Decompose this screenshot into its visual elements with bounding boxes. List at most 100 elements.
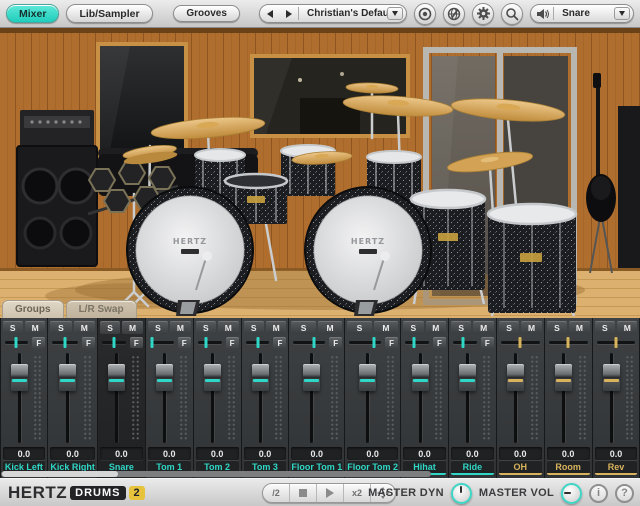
mute-button[interactable]: M xyxy=(473,321,493,334)
channel-strip-floor-tom-1[interactable]: SMF0.0Floor Tom 1 xyxy=(289,318,344,478)
mute-button[interactable]: M xyxy=(122,321,142,334)
fx-button[interactable]: F xyxy=(385,337,398,348)
pan-slider[interactable] xyxy=(291,336,327,349)
volume-value[interactable]: 0.0 xyxy=(148,447,191,460)
volume-fader[interactable] xyxy=(555,364,572,391)
pan-slider[interactable] xyxy=(451,336,479,349)
half-speed-button[interactable]: /2 xyxy=(263,484,290,502)
double-speed-button[interactable]: x2 xyxy=(344,484,371,502)
preset-prev-button[interactable] xyxy=(260,5,279,22)
stop-button[interactable] xyxy=(290,484,317,502)
instrument-dropdown-button[interactable] xyxy=(614,7,630,20)
mute-button[interactable]: M xyxy=(170,321,190,334)
pan-slider[interactable] xyxy=(499,336,542,349)
master-vol-knob[interactable] xyxy=(561,483,582,504)
tab-lib-sampler[interactable]: Lib/Sampler xyxy=(66,4,152,23)
info-button[interactable]: i xyxy=(589,484,608,503)
volume-fader[interactable] xyxy=(156,364,173,391)
fx-button[interactable]: F xyxy=(329,337,342,348)
channel-strip-floor-tom-2[interactable]: SMF0.0Floor Tom 2 xyxy=(345,318,400,478)
pan-handle[interactable] xyxy=(15,337,18,348)
record-button[interactable] xyxy=(414,3,436,25)
solo-button[interactable]: S xyxy=(3,321,23,334)
channel-strip-snare[interactable]: SMF0.0Snare xyxy=(98,318,145,478)
solo-button[interactable]: S xyxy=(499,321,519,334)
solo-button[interactable]: S xyxy=(244,321,264,334)
volume-value[interactable]: 0.0 xyxy=(196,447,239,460)
pan-handle[interactable] xyxy=(462,337,465,348)
solo-button[interactable]: S xyxy=(100,321,120,334)
fx-button[interactable]: F xyxy=(481,337,494,348)
mute-button[interactable]: M xyxy=(266,321,286,334)
mute-button[interactable]: M xyxy=(25,321,45,334)
play-button[interactable] xyxy=(317,484,344,502)
fx-button[interactable]: F xyxy=(82,337,95,348)
preset-dropdown-button[interactable] xyxy=(387,7,403,20)
pan-handle[interactable] xyxy=(567,337,570,348)
preset-name[interactable]: Christian's Default xyxy=(299,8,387,19)
pan-handle[interactable] xyxy=(313,337,316,348)
help-button[interactable]: ? xyxy=(615,484,634,503)
mute-button[interactable]: M xyxy=(569,321,589,334)
volume-fader[interactable] xyxy=(459,364,476,391)
mute-button[interactable]: M xyxy=(521,321,541,334)
volume-fader[interactable] xyxy=(359,364,376,391)
fx-button[interactable]: F xyxy=(130,337,143,348)
solo-button[interactable]: S xyxy=(50,321,71,334)
volume-fader[interactable] xyxy=(59,364,76,391)
mute-button[interactable]: M xyxy=(426,321,446,334)
channel-strip-rev[interactable]: SM0.0Rev xyxy=(593,318,640,478)
volume-fader[interactable] xyxy=(11,364,28,391)
volume-fader[interactable] xyxy=(303,364,320,391)
pan-handle[interactable] xyxy=(257,337,260,348)
tab-lr-swap[interactable]: L/R Swap xyxy=(66,300,137,318)
mute-button[interactable]: M xyxy=(218,321,238,334)
solo-button[interactable]: S xyxy=(196,321,216,334)
fx-button[interactable]: F xyxy=(178,337,191,348)
pan-handle[interactable] xyxy=(519,337,522,348)
volume-value[interactable]: 0.0 xyxy=(499,447,542,460)
channel-strip-hihat[interactable]: SMF0.0Hihat xyxy=(401,318,448,478)
settings-button[interactable] xyxy=(472,3,494,25)
volume-fader[interactable] xyxy=(108,364,125,391)
pan-slider[interactable] xyxy=(244,336,272,349)
preset-next-button[interactable] xyxy=(279,5,298,22)
pan-handle[interactable] xyxy=(64,337,67,348)
mute-button[interactable]: M xyxy=(74,321,95,334)
volume-fader[interactable] xyxy=(204,364,221,391)
fx-button[interactable]: F xyxy=(273,337,286,348)
fx-button[interactable]: F xyxy=(433,337,446,348)
solo-button[interactable]: S xyxy=(403,321,423,334)
volume-value[interactable]: 0.0 xyxy=(244,447,287,460)
pan-handle[interactable] xyxy=(615,337,618,348)
channel-strip-tom-1[interactable]: SMF0.0Tom 1 xyxy=(146,318,193,478)
solo-button[interactable]: S xyxy=(148,321,168,334)
instrument-name[interactable]: Snare xyxy=(554,8,614,19)
pan-handle[interactable] xyxy=(112,337,115,348)
master-dyn-knob[interactable] xyxy=(451,483,472,504)
solo-button[interactable]: S xyxy=(347,321,371,334)
volume-value[interactable]: 0.0 xyxy=(3,447,46,460)
web-button[interactable] xyxy=(443,3,465,25)
audition-button[interactable] xyxy=(531,5,553,22)
scrollbar-thumb[interactable] xyxy=(2,471,118,477)
channel-strip-tom-2[interactable]: SMF0.0Tom 2 xyxy=(194,318,241,478)
pan-slider[interactable] xyxy=(403,336,431,349)
search-button[interactable] xyxy=(501,3,523,25)
pan-slider[interactable] xyxy=(50,336,80,349)
mute-button[interactable]: M xyxy=(617,321,637,334)
channel-strip-ride[interactable]: SMF0.0Ride xyxy=(449,318,496,478)
mute-button[interactable]: M xyxy=(318,321,342,334)
volume-fader[interactable] xyxy=(252,364,269,391)
volume-value[interactable]: 0.0 xyxy=(547,447,590,460)
volume-value[interactable]: 0.0 xyxy=(100,447,143,460)
channel-strip-oh[interactable]: SM0.0OH xyxy=(497,318,544,478)
channel-strip-tom-3[interactable]: SMF0.0Tom 3 xyxy=(242,318,289,478)
pan-handle[interactable] xyxy=(372,337,375,348)
fx-button[interactable]: F xyxy=(32,337,45,348)
floor-tom-2[interactable] xyxy=(488,204,576,316)
volume-value[interactable]: 0.0 xyxy=(50,447,95,460)
pan-slider[interactable] xyxy=(3,336,31,349)
volume-value[interactable]: 0.0 xyxy=(291,447,342,460)
volume-fader[interactable] xyxy=(412,364,429,391)
